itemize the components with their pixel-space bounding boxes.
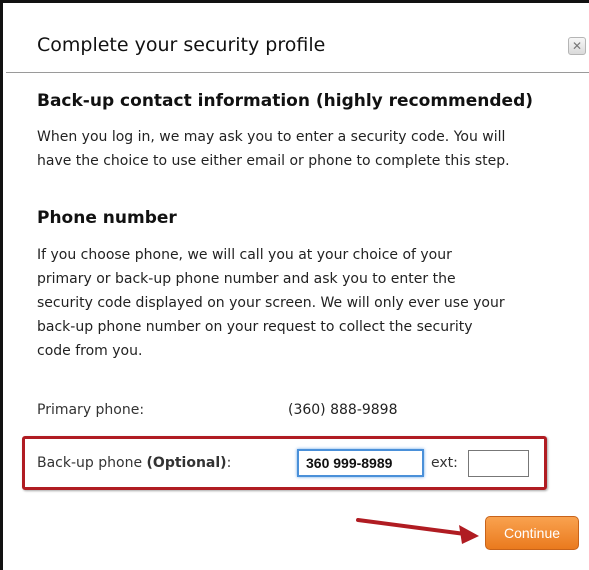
primary-phone-label: Primary phone: <box>37 402 145 418</box>
backup-phone-label: Back-up phone (Optional): <box>37 455 231 471</box>
text-line: code from you. <box>37 343 143 359</box>
dialog-title: Complete your security profile <box>37 34 326 56</box>
optional-label: (Optional) <box>146 455 227 471</box>
text-line: security code displayed on your screen. … <box>37 295 505 311</box>
backup-phone-colon: : <box>226 455 232 471</box>
dialog-header: Complete your security profile ✕ <box>6 3 589 73</box>
primary-phone-value: (360) 888-9898 <box>288 402 398 418</box>
ext-input[interactable] <box>468 450 529 477</box>
backup-contact-text: When you log in, we may ask you to enter… <box>37 125 510 173</box>
text-line: When you log in, we may ask you to enter… <box>37 129 506 145</box>
ext-label: ext: <box>431 455 458 471</box>
text-line: back-up phone number on your request to … <box>37 319 473 335</box>
continue-button[interactable]: Continue <box>485 516 579 550</box>
phone-number-heading: Phone number <box>37 208 177 228</box>
security-profile-dialog: Complete your security profile ✕ Back-up… <box>0 0 589 570</box>
backup-phone-label-text: Back-up phone <box>37 455 147 471</box>
text-line: have the choice to use either email or p… <box>37 153 510 169</box>
phone-number-text: If you choose phone, we will call you at… <box>37 243 505 363</box>
text-line: If you choose phone, we will call you at… <box>37 247 452 263</box>
close-icon[interactable]: ✕ <box>568 37 586 55</box>
pointer-arrow-icon <box>356 518 479 544</box>
text-line: primary or back-up phone number and ask … <box>37 271 456 287</box>
backup-contact-heading: Back-up contact information (highly reco… <box>37 91 534 111</box>
backup-phone-input[interactable] <box>297 449 424 477</box>
